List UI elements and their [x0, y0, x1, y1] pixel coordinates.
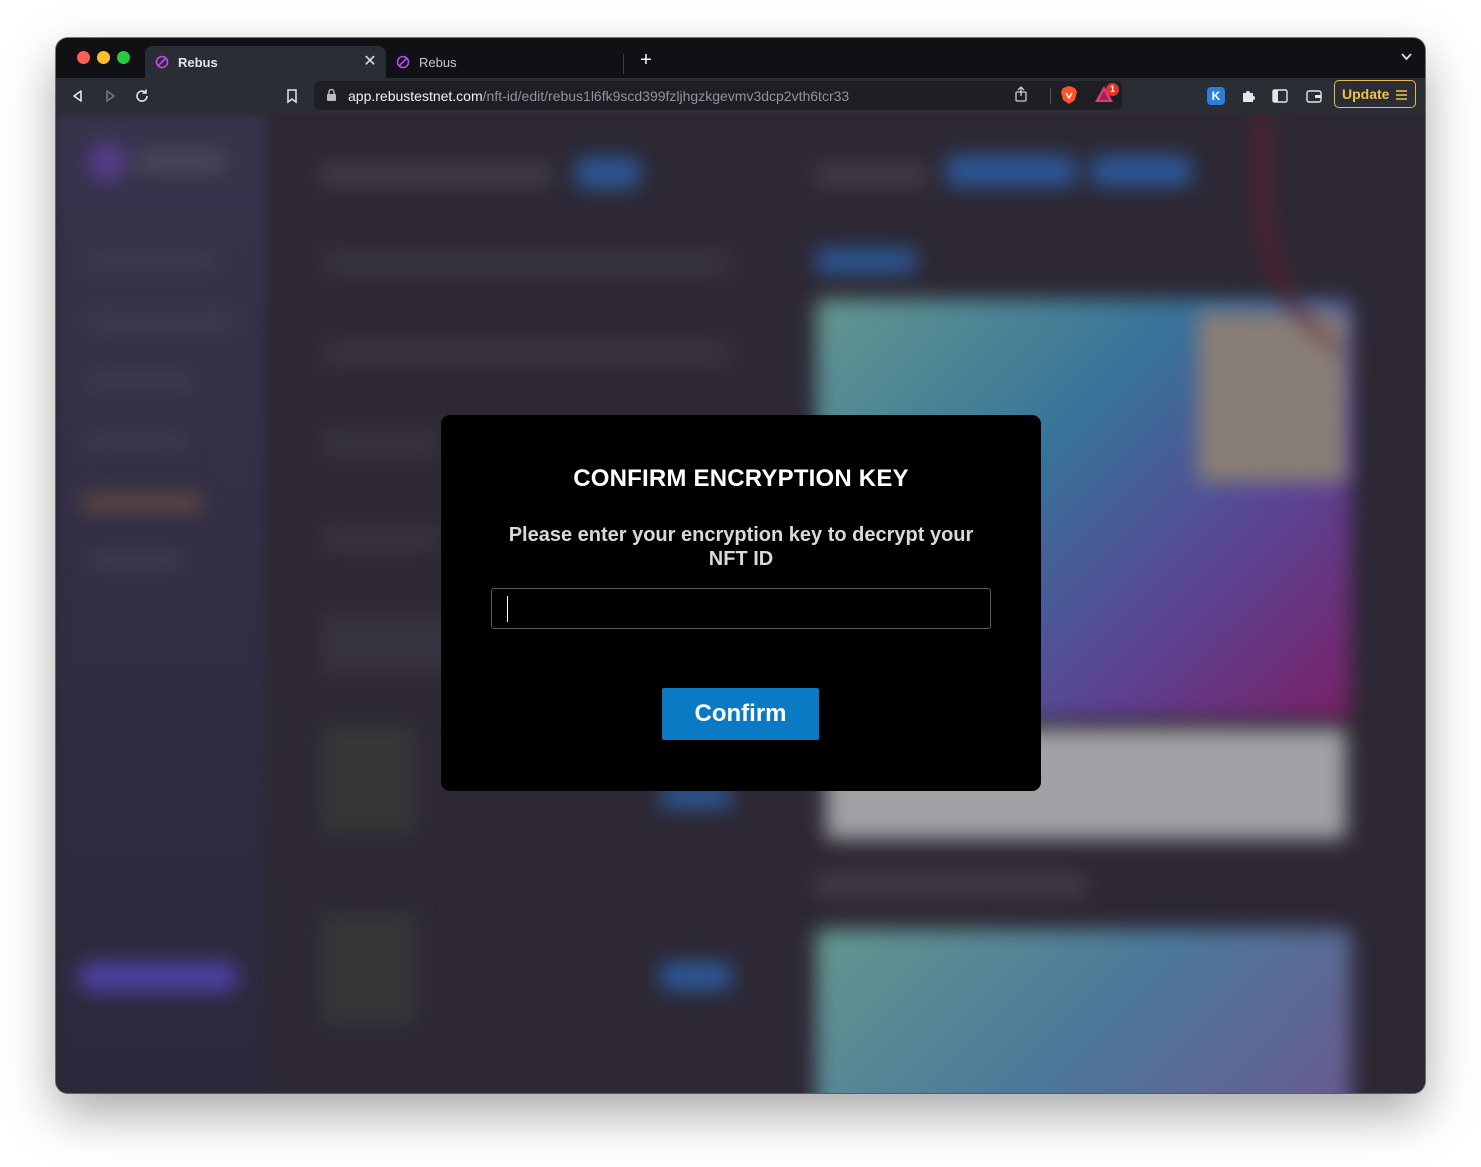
- tab-divider: [623, 54, 624, 74]
- rewards-badge: 1: [1106, 83, 1119, 96]
- bookmark-icon[interactable]: [280, 84, 304, 108]
- tab-label: Rebus: [419, 54, 457, 70]
- zoom-window-button[interactable]: [117, 51, 130, 64]
- extensions-puzzle-icon[interactable]: [1236, 84, 1260, 108]
- update-label: Update: [1342, 86, 1390, 102]
- wallet-icon[interactable]: [1302, 84, 1326, 108]
- sidebar-toggle-icon[interactable]: [1268, 84, 1292, 108]
- divider: [1050, 88, 1051, 104]
- encryption-key-modal: CONFIRM ENCRYPTION KEY Please enter your…: [441, 415, 1041, 791]
- forward-button[interactable]: [98, 84, 122, 108]
- back-button[interactable]: [66, 84, 90, 108]
- update-button[interactable]: Update: [1334, 80, 1416, 108]
- menu-icon: [1396, 88, 1407, 104]
- modal-subtitle: Please enter your encryption key to decr…: [508, 524, 974, 570]
- url-text: app.rebustestnet.com/nft-id/edit/rebus1l…: [348, 88, 850, 104]
- tab-rebus[interactable]: Rebus: [386, 46, 623, 78]
- modal-title: CONFIRM ENCRYPTION KEY: [573, 465, 909, 492]
- text-caret: [507, 596, 508, 622]
- new-tab-button[interactable]: +: [636, 48, 656, 72]
- chevron-down-icon[interactable]: [1400, 50, 1413, 66]
- extension-k-icon[interactable]: K: [1207, 87, 1225, 105]
- share-icon[interactable]: [1014, 86, 1028, 107]
- rebus-favicon-icon: [396, 55, 410, 69]
- reload-button[interactable]: [130, 84, 154, 108]
- browser-toolbar: app.rebustestnet.com/nft-id/edit/rebus1l…: [56, 78, 1425, 114]
- browser-window: Rebus ✕ Rebus + app.rebustestnet.com/nft…: [56, 38, 1425, 1093]
- lock-icon: [326, 88, 337, 107]
- tab-rebus-active[interactable]: Rebus ✕: [145, 46, 386, 78]
- address-bar[interactable]: app.rebustestnet.com/nft-id/edit/rebus1l…: [314, 81, 1122, 110]
- close-window-button[interactable]: [77, 51, 90, 64]
- tab-strip: Rebus ✕ Rebus +: [56, 38, 1425, 78]
- rebus-favicon-icon: [155, 55, 169, 69]
- brave-shields-icon[interactable]: [1060, 85, 1078, 110]
- encryption-key-input[interactable]: [491, 588, 991, 629]
- tab-label: Rebus: [178, 54, 218, 70]
- confirm-button[interactable]: Confirm: [662, 688, 819, 740]
- page-content: CONFIRM ENCRYPTION KEY Please enter your…: [56, 114, 1425, 1093]
- minimize-window-button[interactable]: [97, 51, 110, 64]
- close-tab-icon[interactable]: ✕: [360, 52, 380, 72]
